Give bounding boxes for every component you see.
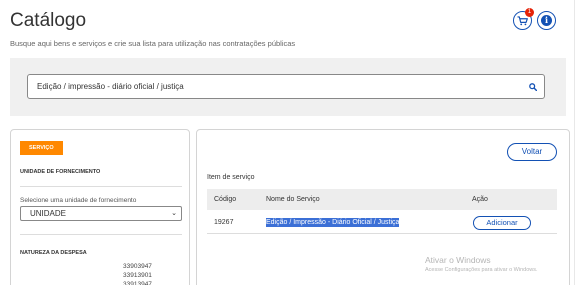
nature-code: 33913947: [123, 281, 152, 285]
windows-activation-watermark-title: Ativar o Windows: [425, 255, 491, 265]
nature-code: 33913901: [123, 272, 152, 279]
cart-icon: [517, 15, 528, 25]
page-edge-divider: [574, 0, 575, 285]
info-icon: i: [541, 15, 552, 26]
divider: [20, 186, 182, 187]
results-panel: Voltar Item de serviço Código Nome do Se…: [196, 129, 570, 285]
unit-select[interactable]: UNIDADE ⌄: [20, 206, 182, 221]
page-subtitle: Busque aqui bens e serviços e crie sua l…: [10, 39, 296, 48]
column-header-name: Nome do Serviço: [266, 196, 320, 203]
table-header: Código Nome do Serviço Ação: [207, 189, 557, 210]
column-header-action: Ação: [472, 196, 488, 203]
back-button[interactable]: Voltar: [507, 143, 557, 161]
search-panel: Edição / impressão - diário oficial / ju…: [10, 58, 566, 116]
cart-count-badge: 1: [525, 8, 534, 17]
chevron-down-icon: ⌄: [171, 210, 177, 217]
unit-select-value: UNIDADE: [30, 209, 67, 218]
row-service-name: Edição / Impressão - Diário Oficial / Ju…: [266, 218, 400, 227]
info-button[interactable]: i: [537, 11, 556, 30]
unit-select-label: Selecione uma unidade de fornecimento: [20, 197, 137, 204]
nature-code: 33903947: [123, 263, 152, 270]
unit-heading: UNIDADE DE FORNECIMENTO: [20, 169, 101, 175]
cart-button[interactable]: 1: [513, 8, 534, 30]
search-icon[interactable]: [522, 75, 544, 98]
add-button[interactable]: Adicionar: [473, 216, 531, 230]
category-tag: SERVIÇO: [20, 141, 63, 155]
table-row: 19267 Edição / Impressão - Diário Oficia…: [207, 212, 557, 234]
search-input-value: Edição / impressão - diário oficial / ju…: [37, 82, 184, 91]
filter-panel: SERVIÇO UNIDADE DE FORNECIMENTO Selecion…: [10, 129, 190, 285]
windows-activation-watermark-text: Acesse Configurações para ativar o Windo…: [425, 267, 538, 273]
column-header-code: Código: [214, 196, 237, 203]
nature-code-list: 33903947 33913901 33913947: [123, 262, 152, 285]
divider: [20, 234, 182, 235]
row-code: 19267: [214, 219, 234, 226]
page-title: Catálogo: [10, 10, 87, 31]
nature-heading: NATUREZA DA DESPESA: [20, 250, 87, 256]
results-section-label: Item de serviço: [207, 174, 255, 181]
search-input[interactable]: Edição / impressão - diário oficial / ju…: [27, 74, 545, 99]
